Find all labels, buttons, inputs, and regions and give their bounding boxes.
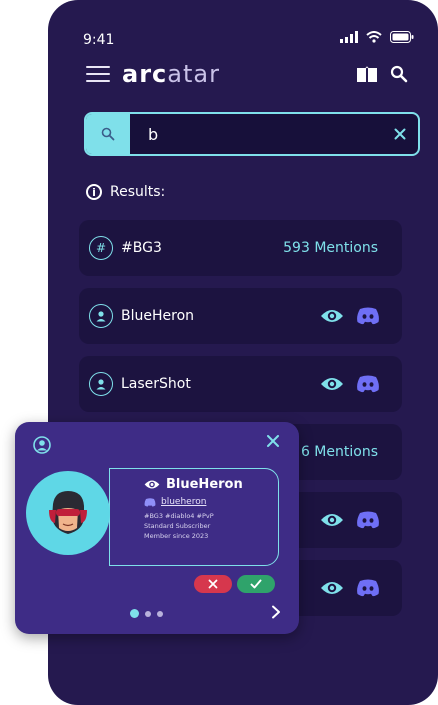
user-icon [89,304,113,328]
signal-icon [340,31,358,43]
eye-icon [144,480,160,489]
dot-active[interactable] [130,609,139,618]
results-label: Results: [110,184,166,200]
check-icon [250,579,262,589]
accept-button[interactable] [237,575,275,593]
eye-icon[interactable] [320,376,344,392]
close-icon [208,579,218,589]
discord-icon[interactable] [356,307,380,325]
mentions-count: 6 Mentions [300,444,378,460]
reject-button[interactable] [194,575,232,593]
result-row-tag[interactable]: # #BG3 593 Mentions [79,220,402,276]
user-icon [89,372,113,396]
dot[interactable] [145,610,151,617]
avatar-image [49,491,87,534]
subscription-status: Standard Subscriber [144,522,211,530]
app-logo: arcatar [122,60,220,88]
close-icon[interactable] [267,435,279,447]
mentions-count: 593 Mentions [283,240,378,256]
search-icon [86,114,130,154]
eye-icon[interactable] [320,580,344,596]
discord-handle: blueheron [161,497,207,507]
top-bar: arcatar [86,58,408,90]
profile-tags: #BG3 #diablo4 #PvP [144,512,214,520]
discord-icon[interactable] [356,375,380,393]
discord-icon[interactable] [356,511,380,529]
profile-details: BlueHeron blueheron #BG3 #diablo4 #PvP S… [109,468,279,566]
user-icon[interactable] [33,436,51,454]
eye-icon[interactable] [320,308,344,324]
hashtag-icon: # [89,236,113,260]
wifi-icon [366,31,382,43]
result-label: BlueHeron [121,308,195,324]
member-since: Member since 2023 [144,532,209,540]
discord-handle-link[interactable]: blueheron [144,497,268,507]
pagination-dots [130,609,163,618]
result-row-user[interactable]: LaserShot [79,356,402,412]
search-bar [84,112,420,156]
eye-icon[interactable] [320,512,344,528]
search-icon[interactable] [390,65,408,83]
avatar [26,471,110,555]
dot[interactable] [157,610,163,617]
results-heading: i Results: [86,184,165,200]
result-row-user[interactable]: BlueHeron [79,288,402,344]
status-icons [340,31,414,43]
profile-name: BlueHeron [166,477,243,492]
info-icon: i [86,184,102,200]
discord-icon[interactable] [356,579,380,597]
result-label: #BG3 [121,240,162,256]
chevron-right-icon[interactable] [271,605,281,619]
result-label: LaserShot [121,376,191,392]
profile-card: BlueHeron blueheron #BG3 #diablo4 #PvP S… [15,422,299,634]
battery-icon [390,31,414,43]
book-icon[interactable] [356,65,378,83]
search-input[interactable] [130,123,382,145]
discord-icon [144,497,156,507]
menu-icon[interactable] [86,66,110,82]
clear-search-icon[interactable] [382,128,418,140]
status-time: 9:41 [83,32,115,48]
